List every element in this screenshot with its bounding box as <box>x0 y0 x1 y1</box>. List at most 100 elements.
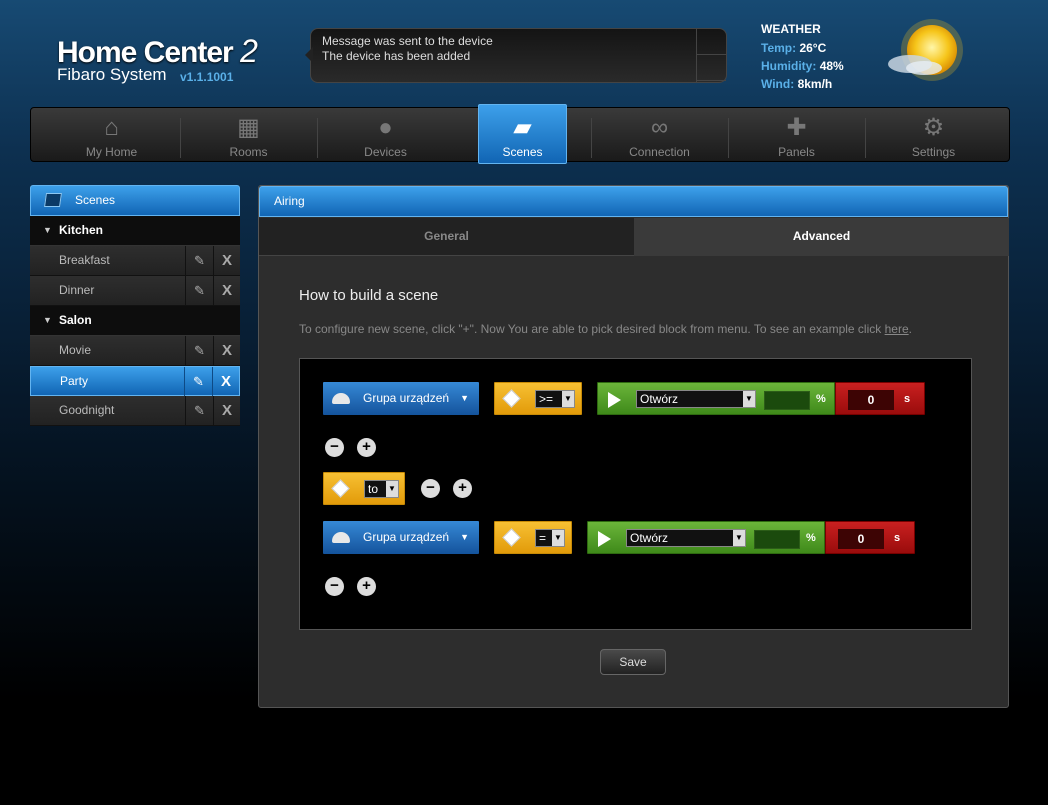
percent-input[interactable] <box>764 391 810 410</box>
nav-panels[interactable]: ✚ Panels <box>728 108 865 163</box>
percent-input[interactable] <box>754 530 800 549</box>
device-group-icon <box>332 532 350 543</box>
edit-icon[interactable]: ✎ <box>185 336 213 365</box>
scene-item-party[interactable]: Party ✎ X <box>30 366 240 396</box>
remove-button[interactable]: − <box>421 479 440 498</box>
nav-settings[interactable]: ⚙ Settings <box>865 108 1002 163</box>
diamond-icon <box>502 389 521 408</box>
gears-icon: ⚙ <box>922 114 945 141</box>
delete-icon[interactable]: X <box>213 276 240 305</box>
scene-title: Airing <box>259 186 1008 217</box>
percent-unit: % <box>816 393 826 405</box>
message-box: Message was sent to the device The devic… <box>305 28 727 83</box>
device-label: Grupa urządzeń <box>363 530 450 544</box>
connector-block: to ▼ <box>323 472 405 505</box>
scene-label: Dinner <box>59 283 95 297</box>
tab-general[interactable]: General <box>259 218 634 256</box>
play-icon <box>608 392 621 408</box>
device-block[interactable]: Grupa urządzeń ▼ <box>323 382 479 415</box>
nav-label: Panels <box>778 145 815 159</box>
scroll-down-button[interactable] <box>697 55 726 81</box>
howto-title: How to build a scene <box>299 287 439 304</box>
temp-label: Temp: <box>761 41 797 55</box>
play-icon <box>598 531 611 547</box>
device-group-icon <box>332 393 350 404</box>
howto-text: To configure new scene, click "+". Now Y… <box>299 322 882 336</box>
scenes-sidebar: Scenes ▼ Kitchen Breakfast ✎ X Dinner ✎ X ▼ Sa… <box>30 185 240 426</box>
delete-icon[interactable]: X <box>213 336 240 365</box>
example-link[interactable]: here <box>885 322 909 336</box>
nav-connection[interactable]: ∞ Connection <box>591 108 728 163</box>
scene-item-movie[interactable]: Movie ✎ X <box>30 336 240 366</box>
operator-value: >= <box>539 392 554 406</box>
connector-select[interactable]: to ▼ <box>364 480 399 498</box>
nav-devices[interactable]: ● Devices <box>317 108 454 163</box>
diamond-icon <box>331 479 350 498</box>
dropdown-arrow-icon: ▼ <box>743 391 755 407</box>
scroll-up-button[interactable] <box>697 29 726 55</box>
edit-icon[interactable]: ✎ <box>185 396 213 425</box>
delay-input[interactable]: 0 <box>838 529 884 549</box>
operator-select[interactable]: = ▼ <box>535 529 565 547</box>
nav-label: My Home <box>85 145 138 159</box>
operator-select[interactable]: >= ▼ <box>535 390 575 408</box>
chevron-down-icon: ▼ <box>460 532 469 542</box>
logo-number: 2 <box>240 33 258 69</box>
version-label: v1.1.1001 <box>180 70 234 84</box>
link-icon: ∞ <box>650 114 669 141</box>
add-button[interactable]: + <box>357 438 376 457</box>
scene-label: Party <box>60 374 89 388</box>
scene-blocks-canvas: Grupa urządzeń ▼ >= ▼ Otwórz ▼ % 0 s − + t… <box>299 358 972 630</box>
nav-scenes[interactable]: ▰ Scenes <box>478 104 567 164</box>
message-line: The device has been added <box>322 49 471 63</box>
remove-button[interactable]: − <box>325 438 344 457</box>
delete-icon[interactable]: X <box>213 396 240 425</box>
save-button[interactable]: Save <box>600 649 666 675</box>
edit-icon[interactable]: ✎ <box>185 246 213 275</box>
delete-icon[interactable]: X <box>212 367 239 396</box>
scene-item-dinner[interactable]: Dinner ✎ X <box>30 276 240 306</box>
action-value: Otwórz <box>630 531 669 545</box>
house-icon: ⌂ <box>104 114 119 141</box>
group-label: Kitchen <box>59 223 104 237</box>
add-button[interactable]: + <box>357 577 376 596</box>
edit-icon[interactable]: ✎ <box>184 367 212 396</box>
group-salon[interactable]: ▼ Salon <box>30 306 240 336</box>
clapperboard-icon <box>44 193 62 207</box>
percent-unit: % <box>806 532 816 544</box>
message-line: Message was sent to the device <box>322 34 493 48</box>
howto-description: To configure new scene, click "+". Now Y… <box>299 322 912 336</box>
operator-block: = ▼ <box>494 521 572 554</box>
nav-my-home[interactable]: ⌂ My Home <box>43 108 180 163</box>
chevron-down-icon: ▼ <box>460 393 469 403</box>
puzzle-icon: ✚ <box>786 114 807 141</box>
group-kitchen[interactable]: ▼ Kitchen <box>30 216 240 246</box>
action-value: Otwórz <box>640 392 679 406</box>
delete-icon[interactable]: X <box>213 246 240 275</box>
dropdown-arrow-icon: ▼ <box>733 530 745 546</box>
device-block[interactable]: Grupa urządzeń ▼ <box>323 521 479 554</box>
add-button[interactable]: + <box>453 479 472 498</box>
tab-advanced[interactable]: Advanced <box>634 218 1009 256</box>
floorplan-icon: ▦ <box>237 114 260 141</box>
humidity-label: Humidity: <box>761 59 817 73</box>
group-label: Salon <box>59 313 92 327</box>
sidebar-header: Scenes <box>30 185 240 216</box>
delay-unit: s <box>894 532 901 544</box>
action-select[interactable]: Otwórz ▼ <box>626 529 746 547</box>
delay-input[interactable]: 0 <box>848 390 894 410</box>
scene-item-breakfast[interactable]: Breakfast ✎ X <box>30 246 240 276</box>
nav-label: Devices <box>364 145 407 159</box>
action-select[interactable]: Otwórz ▼ <box>636 390 756 408</box>
nav-rooms[interactable]: ▦ Rooms <box>180 108 317 163</box>
remove-button[interactable]: − <box>325 577 344 596</box>
dropdown-arrow-icon: ▼ <box>552 530 564 546</box>
operator-block: >= ▼ <box>494 382 582 415</box>
chevron-down-icon: ▼ <box>43 225 52 235</box>
message-scrollbar[interactable] <box>696 29 726 82</box>
temp-value: 26°C <box>799 41 827 55</box>
delay-block: 0 s <box>835 382 925 415</box>
nav-label: Rooms <box>229 145 268 159</box>
scene-item-goodnight[interactable]: Goodnight ✎ X <box>30 396 240 426</box>
edit-icon[interactable]: ✎ <box>185 276 213 305</box>
